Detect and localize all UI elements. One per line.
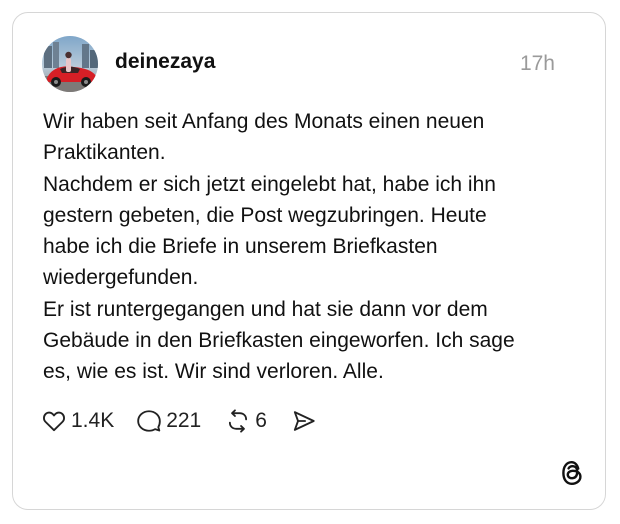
like-count: 1.4K bbox=[71, 409, 115, 432]
avatar[interactable] bbox=[42, 36, 98, 92]
username[interactable]: deinezaya bbox=[115, 50, 215, 74]
like-button[interactable]: 1.4K bbox=[41, 408, 114, 434]
heart-icon bbox=[43, 411, 65, 432]
post-text-line: Wir haben seit Anfang des Monats einen n… bbox=[43, 110, 485, 133]
repost-button[interactable]: 6 bbox=[225, 408, 267, 434]
post-card: deinezaya 17h Wir haben seit Anfang des … bbox=[12, 12, 606, 510]
repost-arrows-icon bbox=[229, 409, 248, 433]
action-bar: 1.4K 221 6 bbox=[41, 406, 317, 436]
post-text-line: gestern gebeten, die Post wegzubringen. … bbox=[43, 203, 487, 227]
avatar-photo-icon bbox=[42, 36, 98, 92]
threads-logo-icon[interactable] bbox=[559, 459, 585, 487]
reply-button[interactable]: 221 bbox=[136, 408, 201, 434]
post-text-line: Gebäude in den Briefkasten eingeworfen. … bbox=[43, 329, 515, 353]
reply-count: 221 bbox=[166, 409, 202, 432]
post-text-line: Er ist runtergegangen und hat sie dann v… bbox=[43, 297, 488, 321]
post-text-line: wiedergefunden. bbox=[43, 266, 199, 290]
post-timestamp: 17h bbox=[519, 52, 555, 75]
post-text-line: Praktikanten. bbox=[43, 141, 166, 165]
post-text-line: es, wie es ist. Wir sind verloren. Alle. bbox=[43, 360, 384, 384]
speech-bubble-icon bbox=[137, 410, 161, 432]
post-text: Wir haben seit Anfang des Monats einen n… bbox=[43, 106, 563, 388]
post-text-line: habe ich die Briefe in unserem Briefkast… bbox=[43, 235, 438, 259]
repost-count: 6 bbox=[255, 409, 267, 432]
share-button[interactable] bbox=[291, 408, 317, 434]
post-text-line: Nachdem er sich jetzt eingelebt hat, hab… bbox=[43, 172, 496, 196]
send-icon bbox=[293, 411, 315, 431]
